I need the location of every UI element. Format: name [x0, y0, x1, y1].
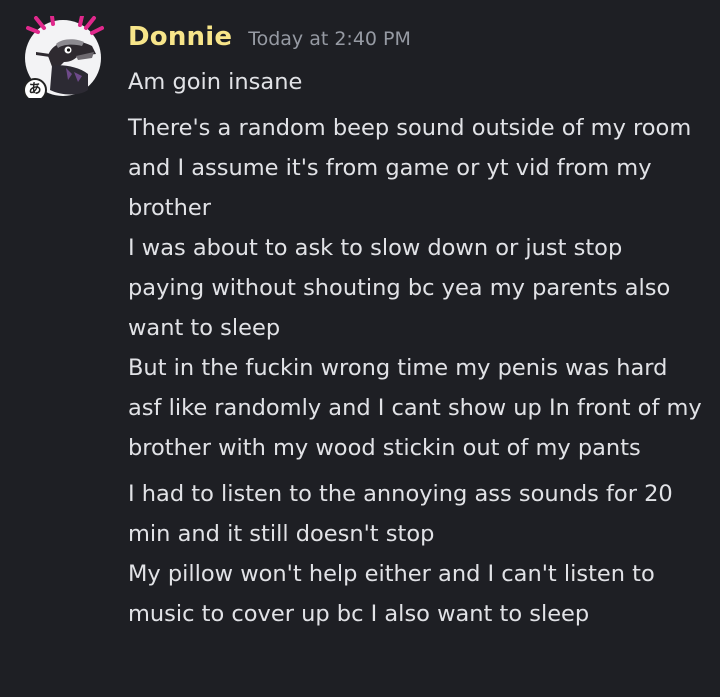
message-text: Am goin insane: [128, 69, 303, 95]
message-list: Am goin insane There's a random beep sou…: [128, 62, 703, 634]
username[interactable]: Donnie: [128, 22, 232, 52]
message-group: あ Donnie Today at 2:40 PM Am goin insane…: [0, 0, 720, 697]
message-text: I was about to ask to slow down or just …: [128, 235, 671, 341]
message-text: But in the fuckin wrong time my penis wa…: [128, 355, 702, 461]
message-text: My pillow won't help either and I can't …: [128, 561, 655, 627]
avatar-badge: あ: [28, 82, 42, 97]
timestamp[interactable]: Today at 2:40 PM: [248, 28, 411, 50]
avatar[interactable]: あ: [22, 14, 104, 102]
message-text: I had to listen to the annoying ass soun…: [128, 481, 673, 547]
message-text: There's a random beep sound outside of m…: [128, 115, 692, 221]
message-header: Donnie Today at 2:40 PM: [128, 22, 411, 62]
